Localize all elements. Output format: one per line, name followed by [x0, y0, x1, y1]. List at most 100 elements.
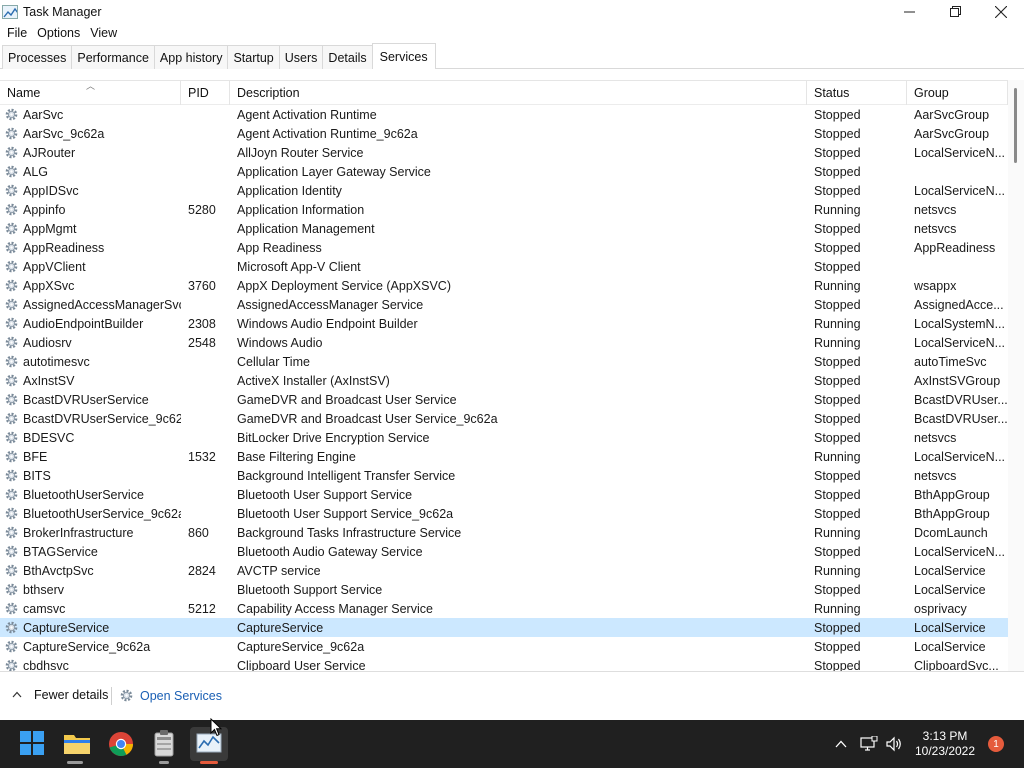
table-row[interactable]: AppVClient Microsoft App-V Client Stopped [0, 257, 1008, 276]
cell-group-text: LocalService [914, 563, 986, 578]
cell-description: Windows Audio Endpoint Builder [230, 314, 807, 333]
chrome-icon[interactable] [107, 730, 135, 758]
table-row[interactable]: BluetoothUserService_9c62a Bluetooth User… [0, 504, 1008, 523]
table-row[interactable]: BcastDVRUserService_9c62a GameDVR and Bro… [0, 409, 1008, 428]
menu-file[interactable]: File [2, 26, 32, 40]
cell-pid [181, 181, 230, 200]
table-row[interactable]: autotimesvc Cellular Time Stopped autoTimeS… [0, 352, 1008, 371]
column-header-description[interactable]: Description [230, 81, 807, 105]
cell-status-text: Stopped [814, 240, 861, 255]
column-header-name[interactable]: ︿ Name [0, 81, 181, 105]
cell-name-text: AssignedAccessManagerSvc [23, 297, 181, 312]
cell-status: Stopped [807, 124, 907, 143]
table-row[interactable]: BcastDVRUserService GameDVR and Broadcast… [0, 390, 1008, 409]
column-header-status[interactable]: Status [807, 81, 907, 105]
cell-name: AarSvc [0, 105, 181, 124]
start-icon[interactable] [19, 730, 47, 758]
show-hidden-icons-chevron-icon[interactable] [830, 720, 852, 768]
table-row[interactable]: Appinfo 5280 Application Information Runnin… [0, 200, 1008, 219]
file-explorer-icon[interactable] [63, 730, 91, 758]
cell-status-text: Stopped [814, 259, 861, 274]
cell-status-text: Stopped [814, 582, 861, 597]
cell-status-text: Stopped [814, 221, 861, 236]
network-icon[interactable] [857, 720, 881, 768]
cell-name-text: AarSvc [23, 107, 64, 122]
cell-name: camsvc [0, 599, 181, 618]
cell-pid [181, 637, 230, 656]
menu-view[interactable]: View [85, 26, 122, 40]
cell-description-text: CaptureService [237, 620, 324, 635]
table-row[interactable]: BrokerInfrastructure 860 Background Tasks … [0, 523, 1008, 542]
open-services-link[interactable]: Open Services [119, 688, 222, 703]
column-header-label: Name [7, 86, 41, 100]
cell-group: BthAppGroup [907, 504, 1008, 523]
vertical-scrollbar[interactable] [1008, 80, 1024, 671]
tab-details[interactable]: Details [322, 45, 373, 69]
table-row[interactable]: camsvc 5212 Capability Access Manager Serv… [0, 599, 1008, 618]
service-gear-icon [5, 564, 18, 577]
cell-group [907, 162, 1008, 181]
cell-group-text: netsvcs [914, 430, 957, 445]
table-row[interactable]: AarSvc_9c62a Agent Activation Runtime_9c6… [0, 124, 1008, 143]
table-row[interactable]: AudioEndpointBuilder 2308 Windows Audio En… [0, 314, 1008, 333]
table-row[interactable]: bthserv Bluetooth Support Service Stopped L… [0, 580, 1008, 599]
task-manager-taskbar-button[interactable] [190, 727, 228, 761]
tab-processes[interactable]: Processes [2, 45, 73, 69]
table-row[interactable]: BDESVC BitLocker Drive Encryption Service… [0, 428, 1008, 447]
notification-badge[interactable]: 1 [988, 736, 1004, 752]
service-gear-icon [5, 355, 18, 368]
table-row[interactable]: AxInstSV ActiveX Installer (AxInstSV) Stop… [0, 371, 1008, 390]
notepad-icon[interactable] [151, 730, 179, 758]
fewer-details-button[interactable]: Fewer details [12, 688, 108, 702]
tab-performance[interactable]: Performance [71, 45, 155, 69]
table-row[interactable]: CaptureService_9c62a CaptureService_9c62a… [0, 637, 1008, 656]
cell-description: AppX Deployment Service (AppXSVC) [230, 276, 807, 295]
cell-status-text: Stopped [814, 297, 861, 312]
cell-group: netsvcs [907, 428, 1008, 447]
table-row[interactable]: AppReadiness App Readiness Stopped AppReadi… [0, 238, 1008, 257]
tab-startup[interactable]: Startup [227, 45, 280, 69]
table-row[interactable]: AssignedAccessManagerSvc AssignedAccessMa… [0, 295, 1008, 314]
cell-name-text: AJRouter [23, 145, 76, 160]
cell-name-text: AppXSvc [23, 278, 75, 293]
service-gear-icon [5, 450, 18, 463]
system-clock[interactable]: 3:13 PM 10/23/2022 [910, 729, 980, 759]
table-row[interactable]: BITS Background Intelligent Transfer Serv… [0, 466, 1008, 485]
maximize-button[interactable] [932, 0, 978, 23]
service-gear-icon [5, 146, 18, 159]
minimize-button[interactable] [886, 0, 932, 23]
column-header-group[interactable]: Group [907, 81, 1008, 105]
table-row[interactable]: BFE 1532 Base Filtering Engine Running Local… [0, 447, 1008, 466]
cell-status: Stopped [807, 580, 907, 599]
volume-icon[interactable] [883, 720, 905, 768]
table-row[interactable]: AppIDSvc Application Identity Stopped Local… [0, 181, 1008, 200]
menu-options[interactable]: Options [32, 26, 85, 40]
table-row[interactable]: CaptureService CaptureService Stopped Local… [0, 618, 1008, 637]
cell-description: Microsoft App-V Client [230, 257, 807, 276]
table-row[interactable]: AppMgmt Application Management Stopped nets… [0, 219, 1008, 238]
cell-status: Stopped [807, 181, 907, 200]
cell-group: ClipboardSvc... [907, 656, 1008, 672]
scrollbar-thumb[interactable] [1014, 88, 1017, 163]
table-row[interactable]: BthAvctpSvc 2824 AVCTP service Running Local… [0, 561, 1008, 580]
table-row[interactable]: AarSvc Agent Activation Runtime Stopped Aar… [0, 105, 1008, 124]
table-row[interactable]: cbdhsvc Clipboard User Service Stopped Clip… [0, 656, 1008, 671]
table-row[interactable]: BTAGService Bluetooth Audio Gateway Servi… [0, 542, 1008, 561]
tab-services[interactable]: Services [371, 43, 436, 69]
cell-name-text: camsvc [23, 601, 66, 616]
table-row[interactable]: AppXSvc 3760 AppX Deployment Service (AppX… [0, 276, 1008, 295]
cell-status-text: Stopped [814, 620, 861, 635]
table-row[interactable]: Audiosrv 2548 Windows Audio Running LocalSer… [0, 333, 1008, 352]
table-row[interactable]: BluetoothUserService Bluetooth User Suppo… [0, 485, 1008, 504]
cell-group: LocalServiceN... [907, 447, 1008, 466]
service-gear-icon [5, 545, 18, 558]
cell-group-text: autoTimeSvc [914, 354, 987, 369]
cell-name-text: CaptureService [23, 620, 110, 635]
table-row[interactable]: AJRouter AllJoyn Router Service Stopped Loc… [0, 143, 1008, 162]
table-row[interactable]: ALG Application Layer Gateway Service Stop… [0, 162, 1008, 181]
tab-users[interactable]: Users [278, 45, 324, 69]
column-header-pid[interactable]: PID [181, 81, 230, 105]
close-button[interactable] [978, 0, 1024, 23]
cell-status: Stopped [807, 371, 907, 390]
tab-app-history[interactable]: App history [153, 45, 229, 69]
